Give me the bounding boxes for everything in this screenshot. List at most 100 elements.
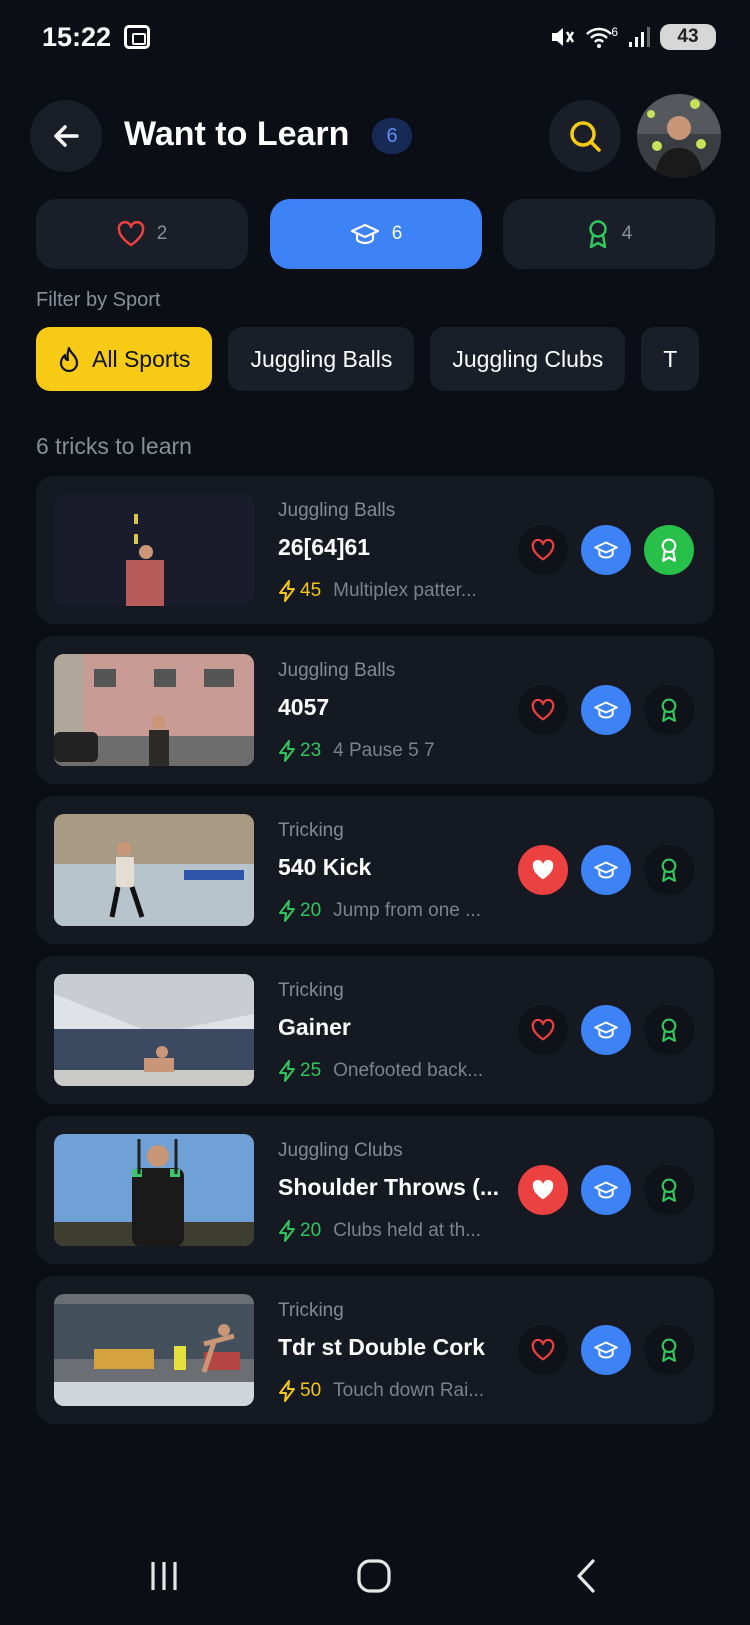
trick-description: Onefooted back... (333, 1060, 484, 1081)
video-thumbnail-image (54, 814, 254, 926)
back-button[interactable] (30, 100, 102, 172)
chip-juggling-balls[interactable]: Juggling Balls (228, 327, 415, 391)
trick-title: 540 Kick (278, 854, 372, 880)
filter-label: Filter by Sport (36, 289, 161, 311)
chevron-left-icon (577, 1559, 595, 1593)
points-value: 45 (300, 580, 322, 601)
recent-apps-icon (151, 1562, 177, 1590)
status-bar: 15:22 6 43 (0, 0, 750, 76)
award-icon (661, 858, 677, 882)
trick-sport: Tricking (278, 1300, 344, 1321)
video-thumbnail-image (54, 1294, 254, 1406)
trick-thumbnail[interactable] (54, 1294, 254, 1406)
screenshot-icon (124, 25, 150, 49)
trick-card[interactable]: Juggling Clubs Shoulder Throws (... 20 Club… (36, 1116, 714, 1264)
sport-filter-chips: All Sports Juggling Balls Juggling Clubs… (36, 327, 714, 391)
award-icon (661, 538, 677, 562)
wifi-icon (586, 27, 613, 48)
trick-meta: 23 4 Pause 5 7 (278, 740, 508, 762)
trick-thumbnail[interactable] (54, 654, 254, 766)
search-button[interactable] (549, 100, 621, 172)
list-count-label: 6 tricks to learn (36, 433, 192, 459)
trick-card[interactable]: Tricking 540 Kick 20 Jump from one ... (36, 796, 714, 944)
chip-tricking[interactable]: T (641, 327, 700, 391)
favorite-button[interactable] (518, 1165, 568, 1215)
mute-icon (552, 28, 575, 46)
points-value: 50 (300, 1380, 322, 1401)
learned-button[interactable] (644, 1325, 694, 1375)
trick-title: Shoulder Throws (... (278, 1174, 500, 1200)
trick-meta: 50 Touch down Rai... (278, 1380, 508, 1402)
trick-card[interactable]: Tricking Tdr st Double Cork 50 Touch down R… (36, 1276, 714, 1424)
award-icon (661, 1018, 677, 1042)
trick-description: Multiplex patter... (333, 580, 477, 601)
learned-button[interactable] (644, 525, 694, 575)
system-back-button[interactable] (556, 1553, 616, 1599)
heart-filled-icon (532, 1179, 554, 1200)
favorite-button[interactable] (518, 1005, 568, 1055)
trick-points: 20 (278, 900, 321, 922)
wifi-label: 6 (611, 25, 618, 39)
wifi-indicator: 6 (585, 25, 618, 49)
trick-thumbnail[interactable] (54, 1134, 254, 1246)
video-thumbnail-image (54, 1134, 254, 1246)
video-thumbnail-image (54, 974, 254, 1086)
trick-meta: 20 Clubs held at th... (278, 1220, 508, 1242)
trick-description: 4 Pause 5 7 (333, 740, 435, 761)
bolt-icon (279, 1060, 295, 1082)
trick-card[interactable]: Tricking Gainer 25 Onefooted back... (36, 956, 714, 1104)
trick-thumbnail[interactable] (54, 494, 254, 606)
chip-juggling-clubs[interactable]: Juggling Clubs (430, 327, 626, 391)
home-icon (357, 1559, 391, 1593)
title-count-badge: 6 (372, 118, 412, 154)
trick-title: Tdr st Double Cork (278, 1334, 486, 1360)
want-to-learn-button[interactable] (581, 1325, 631, 1375)
favorite-button[interactable] (518, 525, 568, 575)
heart-icon (531, 1339, 555, 1361)
want-to-learn-button[interactable] (581, 525, 631, 575)
heart-icon (531, 539, 555, 561)
graduation-cap-icon (594, 861, 618, 879)
want-to-learn-button[interactable] (581, 845, 631, 895)
trick-description: Jump from one ... (333, 900, 481, 921)
bolt-icon (279, 1220, 295, 1242)
chip-label: Juggling Clubs (452, 345, 604, 372)
video-thumbnail-image (54, 494, 254, 606)
award-icon (661, 698, 677, 722)
search-icon (570, 121, 601, 152)
tab-learned[interactable]: 4 (503, 199, 715, 269)
tab-favorites[interactable]: 2 (36, 199, 248, 269)
home-button[interactable] (344, 1553, 404, 1599)
graduation-cap-icon (594, 541, 618, 559)
trick-card[interactable]: Juggling Balls 26[64]61 45 Multiplex patter… (36, 476, 714, 624)
avatar[interactable] (637, 94, 721, 178)
trick-points: 20 (278, 1220, 321, 1242)
trick-thumbnail[interactable] (54, 974, 254, 1086)
want-to-learn-button[interactable] (581, 685, 631, 735)
favorite-button[interactable] (518, 685, 568, 735)
chip-all-sports[interactable]: All Sports (36, 327, 213, 391)
trick-title: 4057 (278, 694, 330, 720)
award-icon (588, 220, 607, 249)
trick-sport: Juggling Balls (278, 500, 396, 521)
favorite-button[interactable] (518, 845, 568, 895)
want-to-learn-button[interactable] (581, 1005, 631, 1055)
battery-indicator: 43 (660, 24, 716, 50)
flame-icon (59, 346, 79, 372)
heart-icon (531, 1019, 555, 1041)
learned-button[interactable] (644, 845, 694, 895)
trick-card[interactable]: Juggling Balls 4057 23 4 Pause 5 7 (36, 636, 714, 784)
avatar-image (637, 94, 721, 178)
want-to-learn-button[interactable] (581, 1165, 631, 1215)
trick-thumbnail[interactable] (54, 814, 254, 926)
heart-icon (531, 699, 555, 721)
learned-button[interactable] (644, 685, 694, 735)
system-navbar (0, 1525, 750, 1625)
tab-learn[interactable]: 6 (270, 199, 482, 269)
favorite-button[interactable] (518, 1325, 568, 1375)
trick-points: 50 (278, 1380, 321, 1402)
learned-button[interactable] (644, 1165, 694, 1215)
recent-apps-button[interactable] (134, 1553, 194, 1599)
learned-button[interactable] (644, 1005, 694, 1055)
heart-icon (117, 221, 145, 247)
